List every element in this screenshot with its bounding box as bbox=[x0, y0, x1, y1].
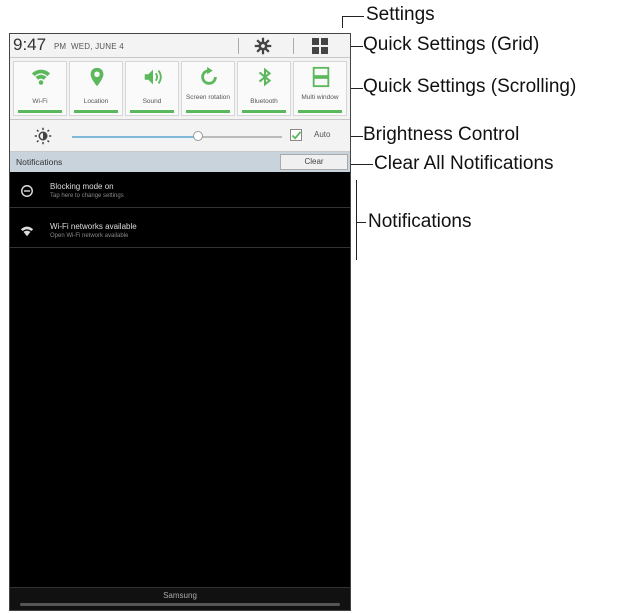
tile-multi-window[interactable]: Multi window bbox=[293, 61, 347, 116]
brightness-sun-icon bbox=[34, 127, 52, 145]
callout-quick-scroll: Quick Settings (Scrolling) bbox=[363, 76, 577, 97]
callout-bracket bbox=[356, 180, 357, 260]
tile-label: Bluetooth bbox=[250, 98, 278, 105]
callout-leader bbox=[351, 46, 363, 47]
callout-leader bbox=[342, 16, 364, 17]
quick-settings-scroller[interactable]: Wi-Fi Location Sound Screen rotation Blu… bbox=[10, 58, 350, 120]
brightness-slider-thumb[interactable] bbox=[193, 131, 203, 141]
notification-item[interactable]: Wi-Fi networks available Open Wi-Fi netw… bbox=[10, 214, 350, 248]
tile-location[interactable]: Location bbox=[69, 61, 123, 116]
notification-panel: 9:47 PM WED, JUNE 4 Wi-Fi Location Sound… bbox=[9, 33, 351, 611]
tile-label: Sound bbox=[142, 98, 162, 105]
clock-ampm: PM bbox=[54, 42, 66, 51]
notifications-header: Notifications Clear bbox=[10, 152, 350, 172]
tile-active-indicator bbox=[74, 110, 118, 113]
callout-settings: Settings bbox=[366, 4, 435, 25]
status-bar: 9:47 PM WED, JUNE 4 bbox=[10, 34, 350, 58]
notification-item[interactable]: Blocking mode on Tap here to change sett… bbox=[10, 174, 350, 208]
wifi-icon bbox=[20, 226, 34, 237]
carrier-label: Samsung bbox=[163, 591, 197, 600]
tile-active-indicator bbox=[186, 110, 230, 113]
callout-notifications: Notifications bbox=[368, 211, 472, 232]
clear-all-button[interactable]: Clear bbox=[280, 154, 348, 170]
brightness-control: Auto bbox=[10, 120, 350, 152]
tile-active-indicator bbox=[18, 110, 62, 113]
tile-active-indicator bbox=[298, 110, 342, 113]
wifi-icon bbox=[31, 69, 51, 85]
callout-leader bbox=[351, 136, 363, 137]
rotation-icon bbox=[201, 66, 217, 85]
sound-icon bbox=[144, 69, 162, 85]
tile-label: Location bbox=[83, 98, 109, 105]
tile-screen-rotation[interactable]: Screen rotation bbox=[181, 61, 235, 116]
notification-subtitle: Tap here to change settings bbox=[50, 193, 124, 199]
brightness-fill bbox=[72, 136, 198, 138]
notification-title: Wi-Fi networks available bbox=[50, 222, 137, 231]
carrier-bar: Samsung bbox=[10, 587, 350, 610]
bluetooth-icon bbox=[258, 67, 272, 87]
callout-brightness: Brightness Control bbox=[363, 124, 520, 145]
callout-leader bbox=[351, 88, 363, 89]
auto-brightness-label: Auto bbox=[314, 130, 331, 139]
notifications-title: Notifications bbox=[16, 157, 63, 167]
quick-settings-grid-icon[interactable] bbox=[312, 38, 328, 54]
tile-label: Wi-Fi bbox=[32, 98, 48, 105]
auto-brightness-checkbox[interactable] bbox=[290, 129, 302, 141]
tile-active-indicator bbox=[130, 110, 174, 113]
multi-window-icon bbox=[312, 66, 330, 88]
notification-subtitle: Open Wi-Fi network available bbox=[50, 233, 129, 239]
callout-clear-all: Clear All Notifications bbox=[374, 153, 554, 174]
date-label: WED, JUNE 4 bbox=[71, 42, 124, 51]
location-pin-icon bbox=[90, 67, 104, 87]
tile-bluetooth[interactable]: Bluetooth bbox=[237, 61, 291, 116]
divider bbox=[293, 38, 294, 54]
tile-label: Multi window bbox=[301, 94, 339, 101]
tile-sound[interactable]: Sound bbox=[125, 61, 179, 116]
notification-title: Blocking mode on bbox=[50, 182, 114, 191]
callout-leader bbox=[356, 222, 366, 223]
tile-label: Screen rotation bbox=[185, 94, 231, 101]
clock: 9:47 bbox=[13, 35, 47, 54]
divider bbox=[238, 38, 239, 54]
checkmark-icon bbox=[291, 131, 302, 140]
drag-handle[interactable] bbox=[20, 603, 340, 606]
tile-active-indicator bbox=[242, 110, 286, 113]
callout-quick-grid: Quick Settings (Grid) bbox=[363, 34, 540, 55]
tile-wifi[interactable]: Wi-Fi bbox=[13, 61, 67, 116]
settings-gear-icon[interactable] bbox=[254, 37, 272, 55]
callout-leader bbox=[351, 164, 373, 165]
callout-leader bbox=[342, 16, 343, 28]
blocking-mode-icon bbox=[21, 185, 33, 197]
